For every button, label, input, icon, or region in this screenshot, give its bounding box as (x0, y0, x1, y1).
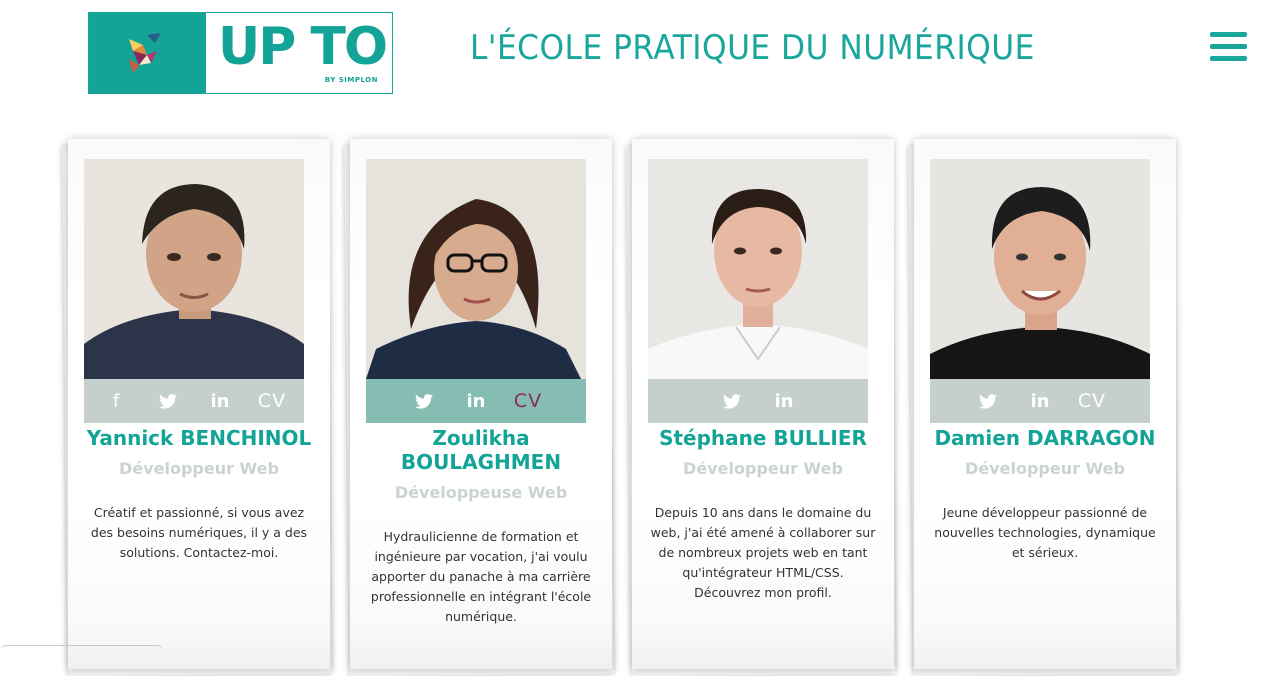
linkedin-icon[interactable]: in (194, 379, 246, 423)
profile-name: Zoulikha BOULAGHMEN (400, 426, 562, 474)
logo-wordmark: UP TO (218, 17, 388, 77)
profile-name: Yannick BENCHINOL (86, 426, 312, 450)
linkedin-icon[interactable]: in (758, 379, 810, 423)
site-logo[interactable]: UP TO BY SIMPLON (88, 12, 393, 94)
social-bar: in (648, 379, 868, 423)
cv-link[interactable]: CV (502, 379, 554, 423)
profile-role: Développeur Web (119, 459, 279, 478)
twitter-icon[interactable] (962, 379, 1014, 423)
logo-mark (89, 13, 206, 93)
social-bar: in CV (366, 379, 586, 423)
profile-bio: Hydraulicienne de formation et ingénieur… (370, 529, 592, 624)
profile-name: Stéphane BULLIER (659, 426, 867, 450)
profile-bio: Depuis 10 ans dans le domaine du web, j'… (650, 505, 876, 600)
facebook-icon[interactable]: f (90, 379, 142, 423)
profile-photo (648, 159, 868, 379)
profile-bio: Créatif et passionné, si vous avez des b… (90, 505, 308, 560)
profile-photo (84, 159, 304, 379)
linkedin-icon[interactable]: in (1014, 379, 1066, 423)
profile-card: in Stéphane BULLIER Développeur Web Depu… (626, 139, 896, 676)
profile-bio: Jeune développeur passionné de nouvelles… (934, 505, 1156, 560)
profile-name: Damien DARRAGON (934, 426, 1156, 450)
profile-photo (366, 159, 586, 379)
profile-role: Développeuse Web (394, 483, 568, 502)
hamburger-menu-icon[interactable] (1210, 32, 1247, 63)
profile-role: Développeur Web (683, 459, 843, 478)
twitter-icon[interactable] (142, 379, 194, 423)
cv-link[interactable]: CV (246, 379, 298, 423)
profile-card: f in CV Yannick BENCHINOL Développeur We… (62, 139, 332, 676)
profile-photo (930, 159, 1150, 379)
profile-role: Développeur Web (965, 459, 1125, 478)
logo-subtitle: BY SIMPLON (324, 76, 378, 84)
profile-card: in CV Damien DARRAGON Développeur Web Je… (908, 139, 1178, 676)
page-tagline: L'ÉCOLE PRATIQUE DU NUMÉRIQUE (470, 28, 1035, 68)
profile-card: in CV Zoulikha BOULAGHMEN Développeuse W… (344, 139, 614, 676)
social-bar: in CV (930, 379, 1150, 423)
cv-link[interactable]: CV (1066, 379, 1118, 423)
twitter-icon[interactable] (706, 379, 758, 423)
linkedin-icon[interactable]: in (450, 379, 502, 423)
social-bar: f in CV (84, 379, 304, 423)
twitter-icon[interactable] (398, 379, 450, 423)
origami-bird-icon (129, 33, 161, 73)
